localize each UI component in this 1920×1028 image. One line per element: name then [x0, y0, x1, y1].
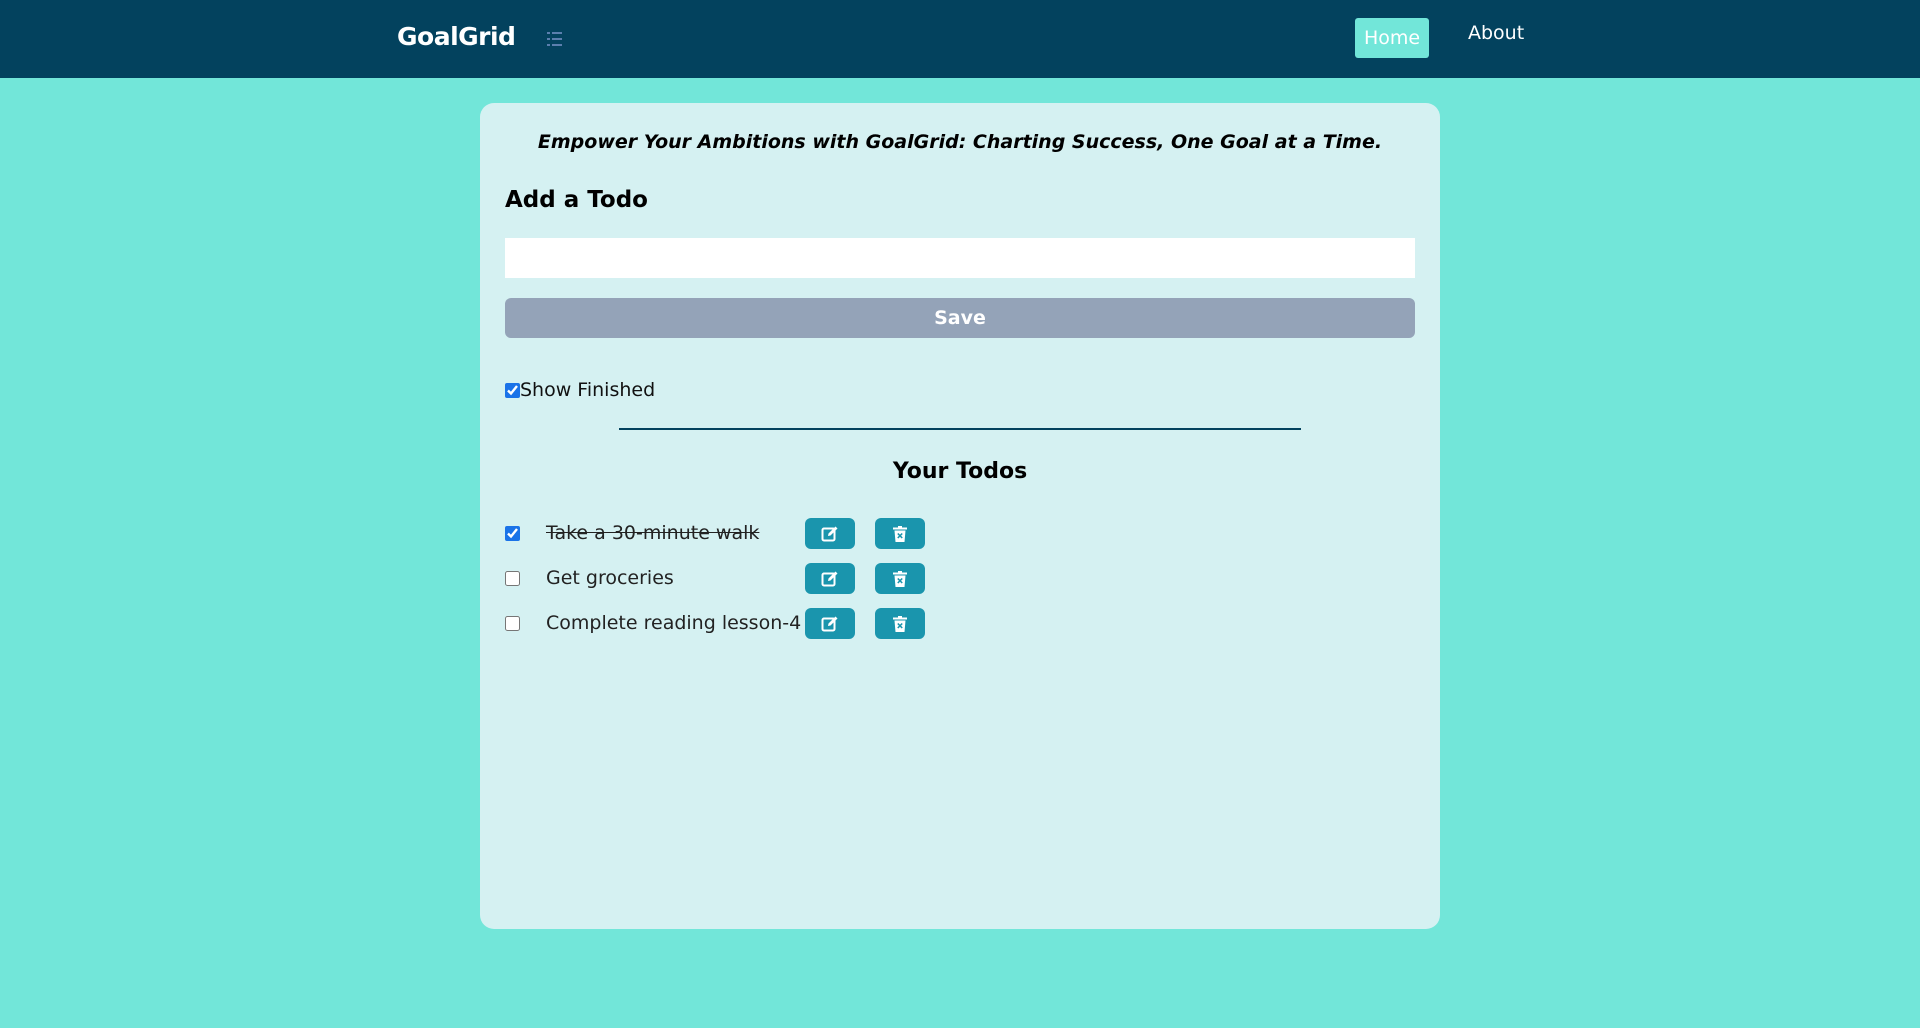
- show-finished-label: Show Finished: [520, 379, 656, 401]
- nav-link-about[interactable]: About: [1468, 22, 1524, 44]
- navbar: GoalGrid Home About: [0, 0, 1920, 78]
- todo-item: Take a 30-minute walk: [505, 518, 1005, 550]
- edit-icon: [821, 616, 838, 631]
- todo-checkbox[interactable]: [505, 616, 520, 631]
- brand-logo[interactable]: GoalGrid: [397, 22, 516, 51]
- todo-text: Complete reading lesson-4: [546, 612, 802, 634]
- edit-button[interactable]: [805, 518, 855, 549]
- todos-heading: Your Todos: [892, 459, 1028, 484]
- todo-text: Get groceries: [546, 567, 674, 589]
- save-button[interactable]: Save: [505, 298, 1415, 338]
- delete-button[interactable]: [875, 563, 925, 594]
- todo-card: Empower Your Ambitions with GoalGrid: Ch…: [480, 103, 1440, 929]
- nav-link-home[interactable]: Home: [1355, 18, 1429, 58]
- show-finished-checkbox[interactable]: [505, 382, 520, 398]
- delete-button[interactable]: [875, 608, 925, 639]
- todo-checkbox[interactable]: [505, 526, 520, 541]
- show-finished-toggle[interactable]: Show Finished: [505, 379, 655, 401]
- trash-icon: [893, 615, 907, 632]
- delete-button[interactable]: [875, 518, 925, 549]
- trash-icon: [893, 570, 907, 587]
- edit-icon: [821, 571, 838, 586]
- add-todo-heading: Add a Todo: [505, 187, 648, 213]
- list-icon[interactable]: [546, 30, 564, 48]
- todo-input[interactable]: [505, 238, 1415, 278]
- trash-icon: [893, 525, 907, 542]
- todo-checkbox[interactable]: [505, 571, 520, 586]
- divider: [619, 428, 1301, 430]
- todo-item: Complete reading lesson-4: [505, 608, 1005, 640]
- edit-icon: [821, 526, 838, 541]
- tagline: Empower Your Ambitions with GoalGrid: Ch…: [537, 131, 1383, 153]
- edit-button[interactable]: [805, 608, 855, 639]
- edit-button[interactable]: [805, 563, 855, 594]
- todo-item: Get groceries: [505, 563, 1005, 595]
- todo-text: Take a 30-minute walk: [546, 522, 760, 544]
